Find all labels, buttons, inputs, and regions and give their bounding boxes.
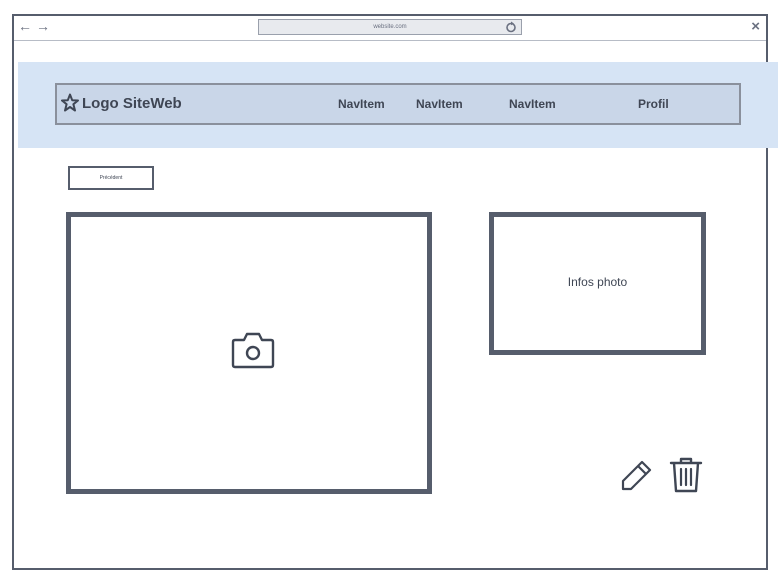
photo-info-label: Infos photo [567,275,628,289]
nav-item-2[interactable]: NavItem [416,97,463,111]
logo-text: Logo SiteWeb [82,94,182,112]
photo-info-box: Infos photo [489,212,706,355]
navbar: Logo SiteWeb NavItem NavItem NavItem Pro… [55,83,741,125]
previous-button[interactable]: Précédent [68,166,154,190]
arrow-right-icon[interactable]: → [36,18,54,34]
trash-icon[interactable] [668,456,704,494]
camera-icon [231,332,275,369]
nav-item-1[interactable]: NavItem [338,97,385,111]
arrow-left-icon[interactable]: ← [18,18,36,34]
star-icon [61,93,79,112]
url-text: website.com [373,24,407,30]
reload-icon[interactable] [505,21,517,33]
browser-titlebar: ←→ website.com × [14,16,766,41]
profile-link[interactable]: Profil [638,97,669,111]
photo-frame[interactable] [66,212,432,494]
browser-nav-arrows: ←→ [18,18,54,34]
close-icon[interactable]: × [751,18,760,35]
url-bar[interactable]: website.com [258,19,522,35]
pencil-icon[interactable] [620,458,654,492]
nav-item-3[interactable]: NavItem [509,97,556,111]
logo[interactable]: Logo SiteWeb [61,93,182,113]
